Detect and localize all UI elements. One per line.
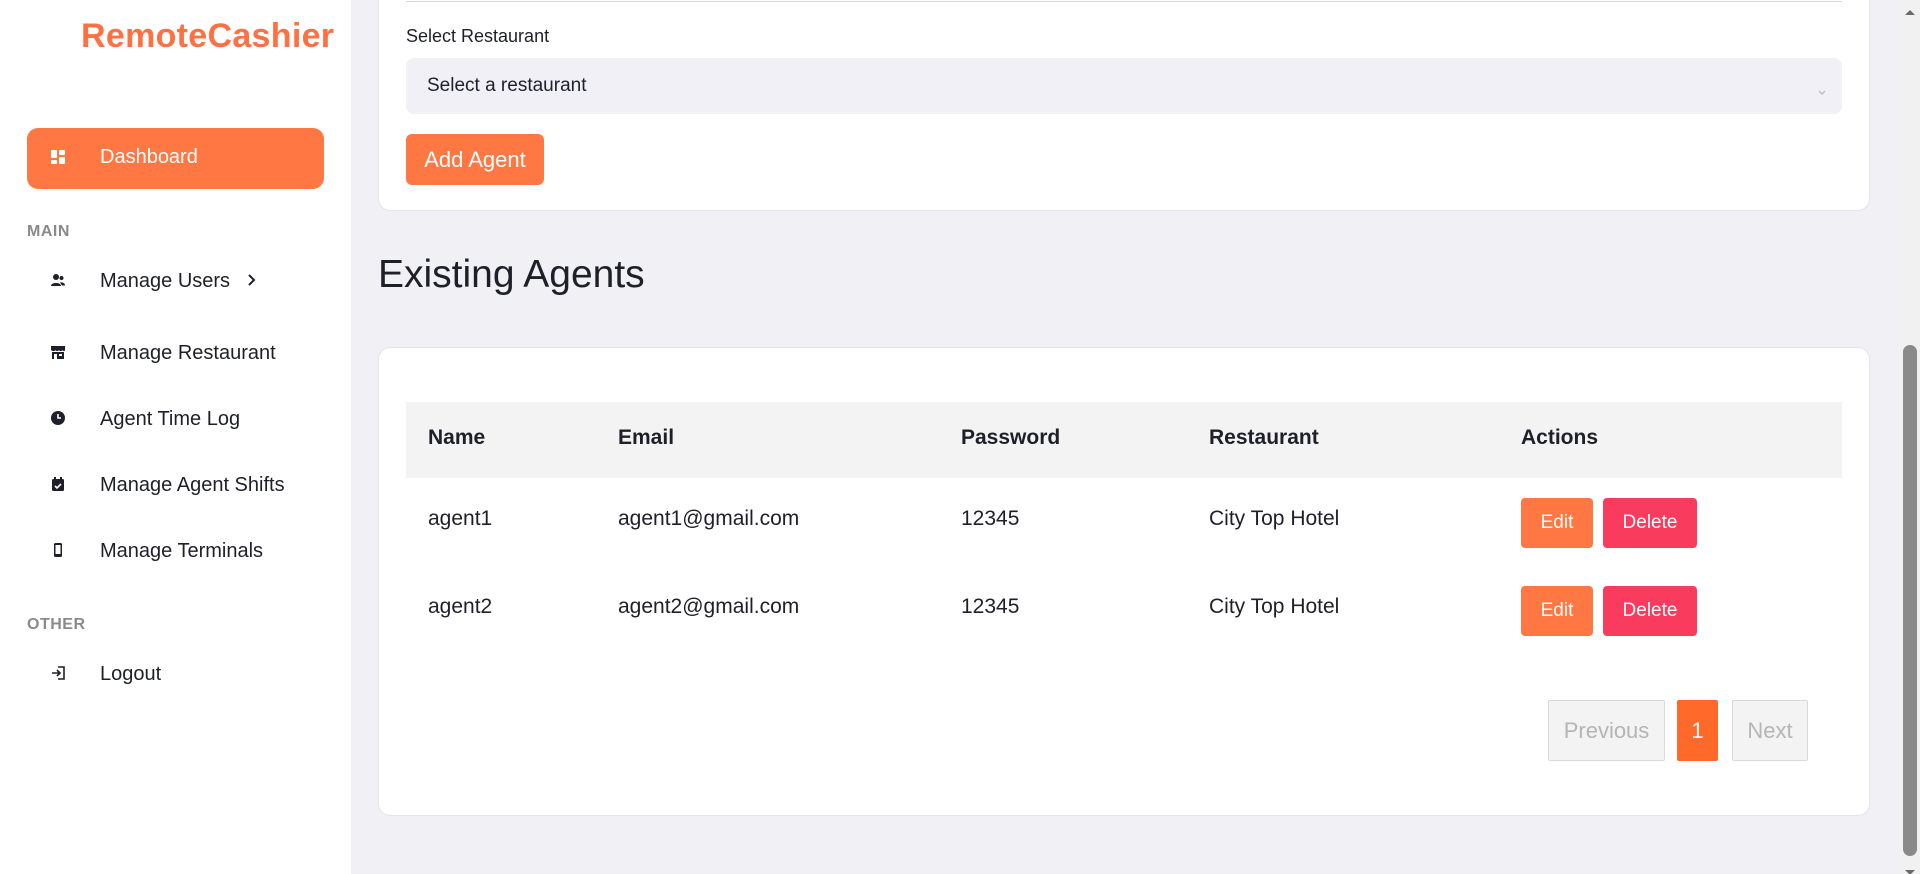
store-icon: [50, 344, 66, 365]
sidebar-item-label: Logout: [100, 663, 162, 685]
cell-name: agent2: [428, 595, 493, 618]
edit-button[interactable]: Edit: [1521, 498, 1593, 548]
field-divider: [406, 1, 1842, 2]
cell-restaurant: City Top Hotel: [1209, 595, 1340, 618]
scroll-up-arrow-icon[interactable]: [1904, 3, 1916, 21]
sidebar-item-logout[interactable]: Logout: [27, 652, 324, 696]
column-header-name[interactable]: Name: [428, 426, 485, 450]
cell-name: agent1: [428, 507, 493, 530]
restaurant-select-value: Select a restaurant: [427, 75, 587, 96]
existing-agents-heading: Existing Agents: [378, 253, 645, 296]
users-icon: [50, 272, 66, 293]
chevron-down-icon: [1818, 83, 1826, 101]
sidebar-item-agent-time-log[interactable]: Agent Time Log: [27, 397, 324, 441]
delete-button[interactable]: Delete: [1603, 498, 1697, 548]
cell-password: 12345: [961, 595, 1020, 618]
column-header-email[interactable]: Email: [618, 426, 674, 450]
sidebar-item-label: Manage Restaurant: [100, 342, 276, 364]
cell-email: agent2@gmail.com: [618, 595, 800, 618]
restaurant-field-label: Select Restaurant: [406, 26, 550, 46]
sidebar-item-label: Manage Agent Shifts: [100, 474, 285, 496]
brand-logo[interactable]: RemoteCashier: [81, 17, 334, 56]
table-row: agent2 agent2@gmail.com 12345 City Top H…: [406, 566, 1842, 654]
pagination-previous-button[interactable]: Previous: [1548, 700, 1665, 761]
sidebar-item-label: Dashboard: [100, 146, 198, 168]
add-agent-form-card: Select Restaurant Select a restaurant Ad…: [378, 0, 1870, 211]
sidebar-item-dashboard[interactable]: Dashboard: [27, 128, 324, 189]
restaurant-select[interactable]: Select a restaurant: [406, 58, 1842, 114]
column-header-actions: Actions: [1521, 426, 1599, 449]
scroll-down-arrow-icon[interactable]: [1904, 864, 1916, 874]
sidebar: RemoteCashier Dashboard MAIN Manage User…: [0, 0, 351, 874]
calendar-check-icon: [50, 476, 66, 497]
pagination-page-button[interactable]: 1: [1677, 700, 1718, 761]
table-header: Name Email Password Restaurant Actions: [406, 402, 1842, 478]
mobile-icon: [50, 542, 66, 563]
sidebar-item-label: Manage Users: [100, 270, 231, 292]
add-agent-button[interactable]: Add Agent: [406, 134, 544, 185]
sidebar-item-label: Agent Time Log: [100, 408, 241, 430]
column-header-restaurant[interactable]: Restaurant: [1209, 426, 1319, 450]
logout-icon: [50, 665, 66, 686]
sidebar-item-manage-agent-shifts[interactable]: Manage Agent Shifts: [27, 463, 324, 507]
cell-password: 12345: [961, 507, 1020, 530]
clock-icon: [50, 410, 66, 431]
sidebar-item-manage-terminals[interactable]: Manage Terminals: [27, 529, 324, 573]
cell-restaurant: City Top Hotel: [1209, 507, 1340, 530]
delete-button[interactable]: Delete: [1603, 586, 1697, 636]
table-row: agent1 agent1@gmail.com 12345 City Top H…: [406, 478, 1842, 566]
sidebar-item-label: Manage Terminals: [100, 540, 264, 562]
agents-table-card: Name Email Password Restaurant Actions a…: [378, 347, 1870, 816]
chevron-right-icon: [245, 272, 259, 293]
sidebar-item-manage-restaurant[interactable]: Manage Restaurant: [27, 331, 324, 375]
sidebar-item-manage-users[interactable]: Manage Users: [27, 259, 324, 303]
scrollbar-thumb[interactable]: [1903, 345, 1917, 856]
edit-button[interactable]: Edit: [1521, 586, 1593, 636]
column-header-password[interactable]: Password: [961, 426, 1060, 450]
pagination-next-button[interactable]: Next: [1732, 700, 1808, 761]
dashboard-icon: [50, 149, 66, 170]
cell-email: agent1@gmail.com: [618, 507, 800, 530]
section-label-other: OTHER: [27, 616, 86, 633]
section-label-main: MAIN: [27, 223, 70, 240]
